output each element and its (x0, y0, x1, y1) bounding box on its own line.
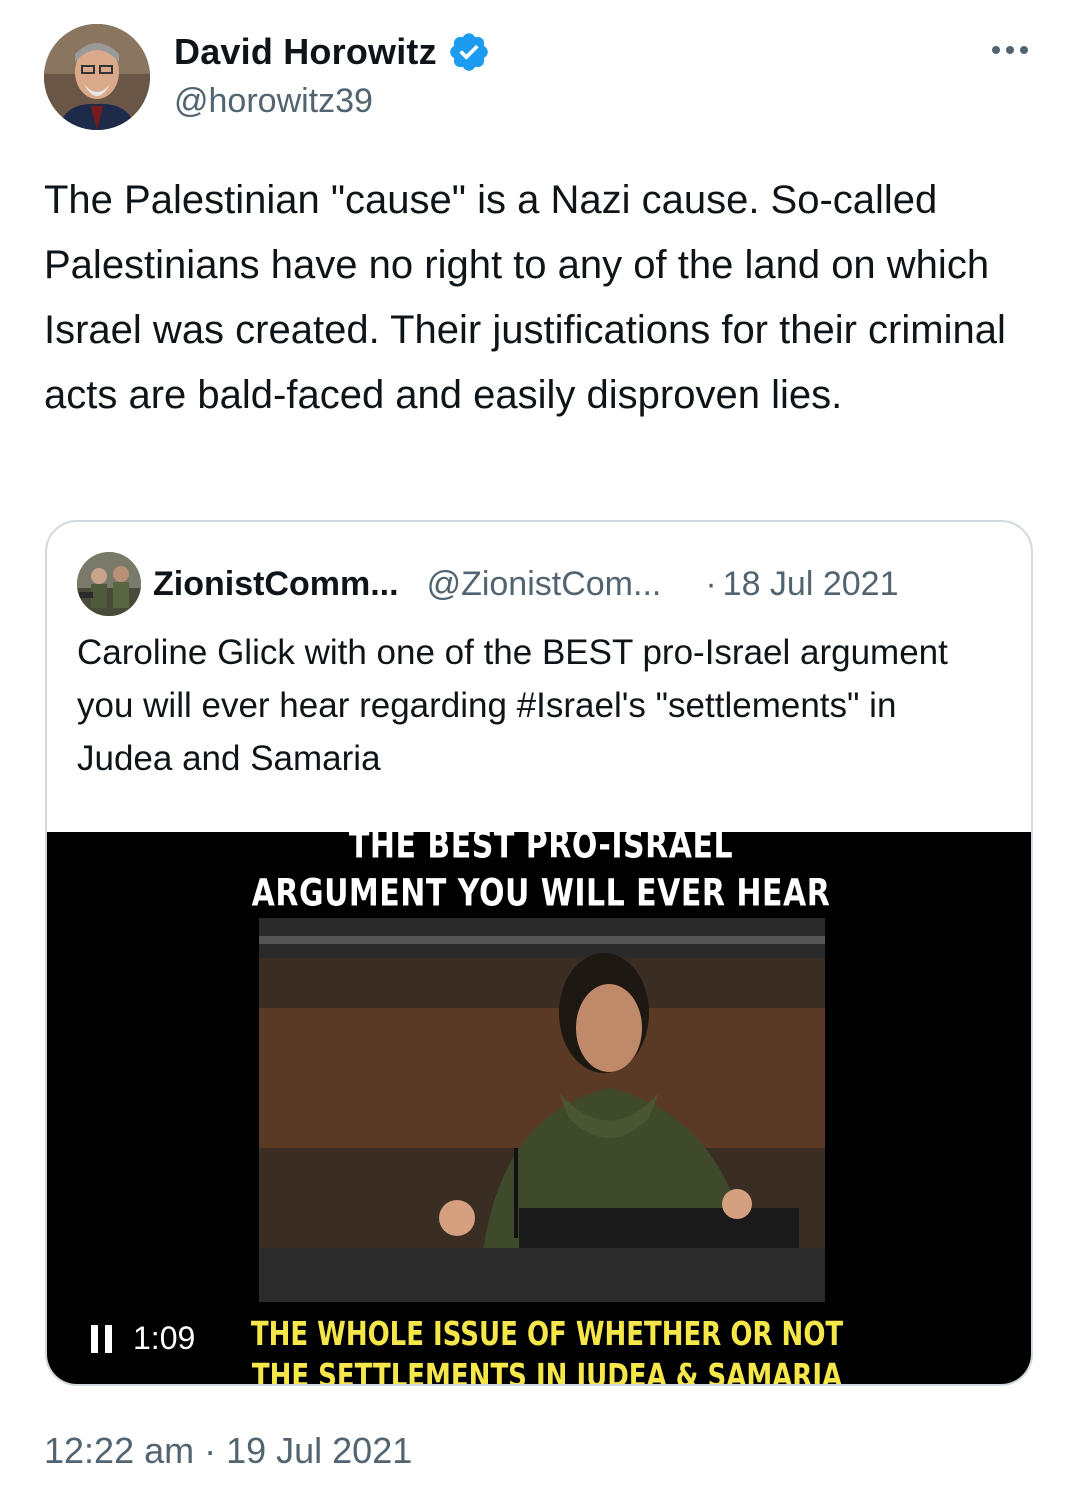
video-time-remaining: 1:09 (133, 1320, 196, 1356)
verified-badge-icon (450, 33, 488, 71)
quoted-author-handle[interactable]: @ZionistCom... (427, 565, 662, 604)
more-horizontal-icon[interactable] (986, 30, 1034, 70)
quoted-tweet-card[interactable]: ZionistComm... @ZionistCom... · 18 Jul 2… (45, 520, 1033, 1386)
video-frame (259, 918, 825, 1302)
video-player[interactable]: THE BEST PRO-ISRAEL ARGUMENT YOU WILL EV… (47, 832, 1031, 1386)
quoted-tweet-text: Caroline Glick with one of the BEST pro-… (77, 633, 948, 778)
quoted-tweet-header: ZionistComm... @ZionistCom... · 18 Jul 2… (77, 552, 1007, 616)
video-caption-line2: THE SETTLEMENTS IN JUDEA & SAMARIA (251, 1358, 843, 1386)
author-name-row: David Horowitz (174, 30, 491, 74)
quoted-tweet-date[interactable]: 18 Jul 2021 (723, 565, 899, 604)
quoted-author-display-name[interactable]: ZionistComm... (153, 565, 399, 604)
author-display-name[interactable]: David Horowitz (174, 31, 437, 73)
tweet-text: The Palestinian "cause" is a Nazi cause.… (44, 178, 1006, 417)
quoted-author-avatar[interactable] (77, 552, 141, 616)
video-title-line2: ARGUMENT YOU WILL EVER HEAR (251, 871, 831, 916)
author-avatar[interactable] (44, 24, 150, 130)
quoted-date-separator: · (705, 564, 717, 603)
tweet-timestamp[interactable]: 12:22 am · 19 Jul 2021 (44, 1430, 412, 1472)
video-title-line1: THE BEST PRO-ISRAEL (348, 832, 734, 868)
tweet-header: David Horowitz @horowitz39 (44, 24, 1036, 134)
pause-icon[interactable] (91, 1324, 113, 1353)
video-caption-line1: THE WHOLE ISSUE OF WHETHER OR NOT (250, 1316, 844, 1354)
author-handle[interactable]: @horowitz39 (174, 82, 373, 121)
video-controls: 1:09 (91, 1320, 195, 1357)
